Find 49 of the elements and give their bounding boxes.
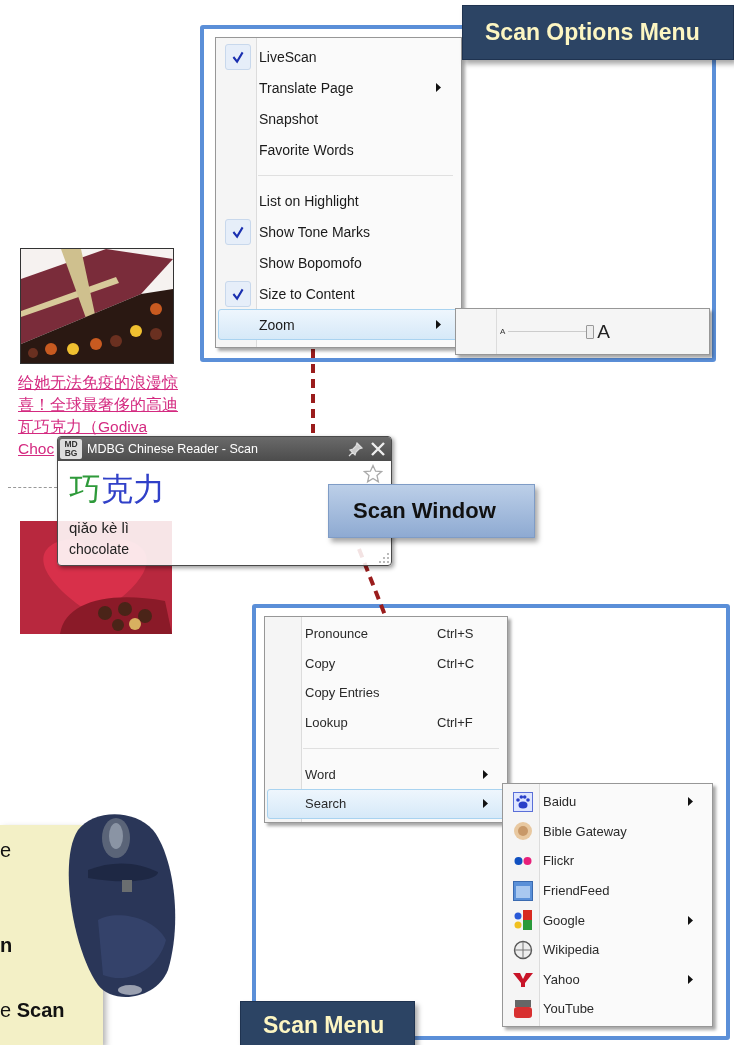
callout-label: Scan Menu xyxy=(240,1001,415,1045)
menu-item[interactable]: Show Tone Marks xyxy=(218,216,459,247)
video-box-icon xyxy=(512,998,533,1019)
small-zoom-label: A xyxy=(500,327,506,336)
menu-item[interactable]: Wikipedia xyxy=(505,934,710,965)
note-text: e Scan xyxy=(0,998,65,1023)
slider-thumb[interactable] xyxy=(586,324,595,339)
large-zoom-label: A xyxy=(597,320,611,343)
menu-item[interactable]: Copy Ctrl+C xyxy=(267,648,505,678)
window-title: MDBG Chinese Reader - Scan xyxy=(87,442,259,456)
menu-item[interactable]: YouTube xyxy=(505,994,710,1024)
menu-item[interactable]: Translate Page xyxy=(218,72,459,103)
menu-item[interactable]: Google xyxy=(505,905,710,935)
shortcut-text: Ctrl+C xyxy=(437,655,476,671)
menu-item[interactable]: Search xyxy=(267,789,505,819)
menu-item[interactable]: Show Bopomofo xyxy=(218,247,459,278)
shortcut-text: Ctrl+F xyxy=(437,714,474,730)
menu-item[interactable]: Copy Entries xyxy=(267,678,505,708)
round-logo-icon xyxy=(512,821,533,842)
pinyin-text: qiǎo kè lì xyxy=(69,519,130,536)
callout-label: Scan Window xyxy=(328,484,535,538)
menu-item[interactable]: List on Highlight xyxy=(218,185,459,216)
menu-item[interactable]: Pronounce Ctrl+S xyxy=(267,619,505,649)
menu-item[interactable]: Flickr xyxy=(505,846,710,876)
headword: 巧克力 xyxy=(69,469,165,509)
colored-blocks-icon xyxy=(512,910,533,931)
menu-item[interactable]: Snapshot xyxy=(218,103,459,134)
definition-text: chocolate xyxy=(69,541,129,557)
shortcut-text: Ctrl+S xyxy=(437,626,475,642)
close-icon[interactable] xyxy=(369,440,387,458)
menu-item[interactable]: Favorite Words xyxy=(218,134,459,165)
menu-item[interactable]: LiveScan xyxy=(218,41,459,72)
menu-item[interactable]: Baidu xyxy=(505,787,710,817)
note-text: n xyxy=(0,933,13,958)
globe-icon xyxy=(512,939,533,960)
menu-item[interactable]: Lookup Ctrl+F xyxy=(267,707,505,737)
menu-item[interactable]: Yahoo xyxy=(505,964,710,995)
resize-grip-icon[interactable] xyxy=(379,553,389,563)
paw-icon xyxy=(512,791,533,812)
pin-icon[interactable] xyxy=(348,441,364,457)
menu-item[interactable]: Size to Content xyxy=(218,278,459,309)
star-icon[interactable] xyxy=(363,464,383,484)
menu-item[interactable]: FriendFeed xyxy=(505,875,710,906)
menu-item[interactable]: Word xyxy=(267,759,505,789)
window-icon xyxy=(512,880,533,901)
note-text: e xyxy=(0,838,12,863)
app-logo: MDBG xyxy=(60,439,82,459)
callout-label: Scan Options Menu xyxy=(462,5,734,60)
menu-item[interactable]: Bible Gateway xyxy=(505,816,710,847)
